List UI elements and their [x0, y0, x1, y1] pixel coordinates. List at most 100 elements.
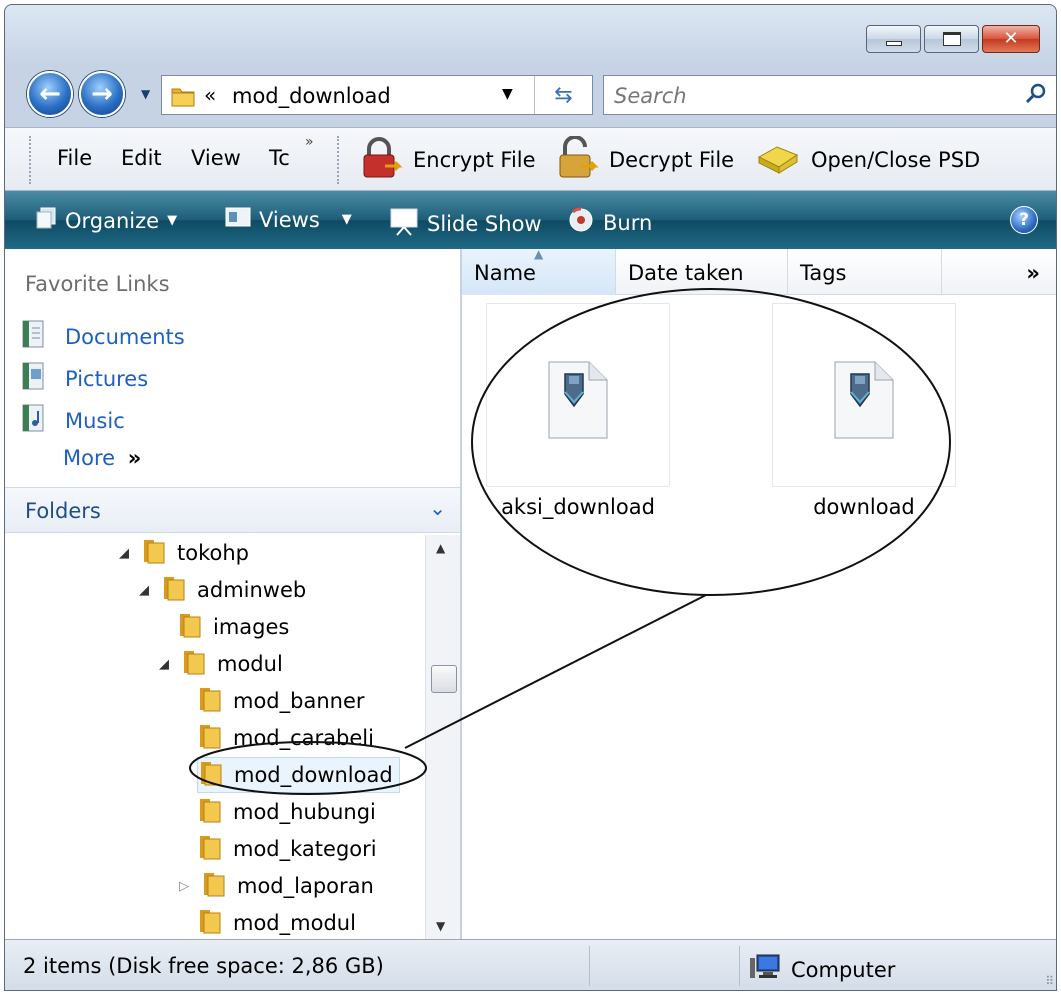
scroll-up-icon[interactable]: ▲	[436, 541, 445, 555]
file-download[interactable]: download	[772, 303, 956, 539]
navigation-row: ← → ▼ « mod_download ▼ ⇆ Search	[23, 69, 1056, 117]
status-divider	[589, 946, 590, 986]
arrow-left-icon: ←	[39, 79, 61, 109]
views-dropdown-icon: ▼	[341, 212, 352, 227]
documents-icon	[19, 319, 47, 354]
close-button[interactable]: ✕	[982, 25, 1040, 53]
breadcrumb-current[interactable]: mod_download	[232, 84, 391, 108]
menu-overflow[interactable]: »	[305, 134, 314, 150]
tree-item-mod-laporan[interactable]: ▷ mod_laporan	[177, 868, 374, 904]
status-item-count: 2 items (Disk free space: 2,86 GB)	[23, 954, 384, 978]
tree-item-mod-banner[interactable]: mod_banner	[197, 683, 365, 719]
favorite-music[interactable]: Music	[19, 403, 125, 438]
more-label: More	[63, 446, 116, 470]
more-chevron-icon: »	[127, 446, 142, 470]
breadcrumb-overflow[interactable]: «	[204, 83, 216, 107]
slideshow-button[interactable]: Slide Show	[389, 206, 542, 241]
favorite-more-link[interactable]: More »	[63, 446, 141, 470]
favorite-pictures[interactable]: Pictures	[19, 361, 148, 396]
encrypt-file-button[interactable]: Encrypt File	[359, 136, 536, 184]
folder-icon	[197, 796, 223, 829]
arrow-right-icon: →	[91, 79, 113, 109]
column-tags-label: Tags	[800, 261, 847, 285]
tree-expand-arrow-icon[interactable]: ◢	[157, 657, 171, 672]
php-file-icon	[547, 360, 609, 445]
columns-overflow-button[interactable]: »	[1026, 261, 1040, 285]
tree-item-label: modul	[217, 652, 283, 676]
tree-item-mod-carabeli[interactable]: mod_carabeli	[197, 720, 374, 756]
scroll-down-icon[interactable]: ▼	[436, 919, 445, 933]
scrollbar-thumb[interactable]	[431, 665, 457, 693]
decrypt-file-button[interactable]: Decrypt File	[555, 134, 734, 185]
favorite-documents-label: Documents	[65, 324, 185, 349]
tree-item-mod-hubungi[interactable]: mod_hubungi	[197, 794, 376, 830]
menu-grip[interactable]	[29, 136, 33, 184]
tree-expand-arrow-icon[interactable]: ◢	[137, 583, 151, 598]
open-close-psd-button[interactable]: Open/Close PSD	[755, 136, 980, 184]
menu-edit[interactable]: Edit	[121, 146, 162, 170]
tree-item-modul[interactable]: ◢ modul	[157, 646, 283, 682]
tree-collapsed-arrow-icon[interactable]: ▷	[177, 879, 191, 894]
file-name: aksi_download	[501, 495, 655, 519]
views-button[interactable]: Views ▼	[225, 206, 352, 233]
php-file-icon	[833, 360, 895, 445]
tree-item-mod-modul[interactable]: mod_modul	[197, 905, 356, 939]
lock-gold-icon	[555, 134, 599, 185]
help-button[interactable]: ?	[1010, 206, 1038, 234]
organize-button[interactable]: Organize ▼	[35, 206, 177, 235]
burn-button[interactable]: Burn	[567, 206, 652, 239]
folders-header[interactable]: Folders ⌄	[5, 487, 460, 533]
sort-ascending-icon: ▲	[534, 247, 544, 261]
address-dropdown-icon[interactable]: ▼	[502, 86, 513, 102]
tree-item-images[interactable]: images	[177, 609, 289, 645]
toolbar-grip[interactable]	[337, 136, 341, 184]
file-aksi-download[interactable]: aksi_download	[486, 303, 670, 539]
chevron-down-icon[interactable]: ⌄	[429, 496, 446, 520]
caption-buttons: ✕	[866, 25, 1040, 53]
organize-icon	[35, 206, 57, 235]
tree-item-adminweb[interactable]: ◢ adminweb	[137, 572, 306, 608]
resize-grip-icon[interactable]: ⠿	[1045, 974, 1054, 988]
favorite-links-title: Favorite Links	[25, 272, 170, 296]
tree-item-label: mod_download	[234, 763, 393, 787]
column-name-label: Name	[474, 261, 536, 285]
folder-icon	[177, 611, 203, 644]
disc-burn-icon	[567, 206, 595, 239]
folders-title: Folders	[25, 499, 101, 523]
column-date-taken[interactable]: Date taken	[616, 249, 788, 295]
column-name[interactable]: ▲ Name	[462, 247, 616, 295]
maximize-button[interactable]	[924, 25, 979, 53]
folder-icon	[197, 833, 223, 866]
favorite-documents[interactable]: Documents	[19, 319, 185, 354]
tree-item-tokohp[interactable]: ◢ tokohp	[117, 535, 249, 571]
folder-icon	[161, 574, 187, 607]
search-icon[interactable]	[1024, 82, 1048, 111]
recent-pages-dropdown[interactable]: ▼	[141, 87, 150, 101]
tree-expand-arrow-icon[interactable]: ◢	[117, 546, 131, 561]
status-bar: 2 items (Disk free space: 2,86 GB) Compu…	[5, 939, 1056, 990]
tree-item-label: mod_carabeli	[233, 726, 374, 750]
projector-screen-icon	[389, 206, 419, 241]
help-icon: ?	[1019, 210, 1029, 230]
folder-tree-scrollbar[interactable]: ▲ ▼	[425, 535, 460, 939]
search-box[interactable]: Search	[603, 75, 1056, 115]
tree-item-mod-download[interactable]: mod_download	[197, 757, 400, 793]
menu-file[interactable]: File	[57, 146, 92, 170]
column-tags[interactable]: Tags	[788, 249, 942, 295]
computer-icon	[749, 952, 781, 987]
folder-icon	[201, 870, 227, 903]
menu-view[interactable]: View	[191, 146, 241, 170]
folder-icon	[197, 907, 223, 940]
menu-tools[interactable]: Tc	[269, 146, 290, 170]
organize-label: Organize	[65, 208, 160, 233]
back-button[interactable]: ←	[27, 71, 73, 117]
forward-button[interactable]: →	[79, 71, 125, 117]
views-label: Views	[259, 207, 320, 232]
drive-icon	[755, 141, 801, 180]
minimize-button[interactable]	[866, 25, 921, 53]
slideshow-label: Slide Show	[427, 211, 542, 236]
refresh-button[interactable]: ⇆	[534, 76, 592, 114]
file-list-pane: ▲ Name Date taken Tags » aksi_download d…	[462, 247, 1056, 939]
tree-item-mod-kategori[interactable]: mod_kategori	[197, 831, 377, 867]
address-bar[interactable]: « mod_download ▼ ⇆	[161, 75, 593, 115]
